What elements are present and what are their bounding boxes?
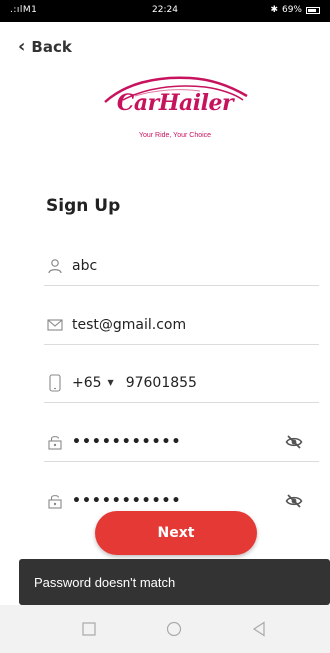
brand-logo: CarHailer Your Ride, Your Choice xyxy=(95,70,255,145)
caret-down-icon[interactable]: ▼ xyxy=(108,378,114,387)
email-field[interactable]: test@gmail.com xyxy=(44,305,319,345)
lock-icon xyxy=(46,492,64,510)
brand-name: CarHailer xyxy=(116,90,234,116)
status-bar: .:ılM1 22:24 ✱ 69% xyxy=(0,0,330,22)
lock-icon xyxy=(46,433,64,451)
brand-tagline: Your Ride, Your Choice xyxy=(138,132,212,139)
user-icon xyxy=(46,257,64,275)
username-field[interactable]: abc xyxy=(44,246,319,286)
back-nav-icon[interactable] xyxy=(252,621,268,637)
password-field[interactable]: ••••••••••• xyxy=(44,422,319,462)
email-value: test@gmail.com xyxy=(72,316,187,333)
system-nav-bar xyxy=(0,605,330,653)
error-toast: Password doesn't match xyxy=(19,559,330,605)
battery-icon xyxy=(306,6,320,14)
status-right: ✱ 69% xyxy=(270,5,320,15)
country-code-select[interactable]: +65 xyxy=(72,375,102,391)
chevron-left-icon: ‹ xyxy=(18,36,26,57)
back-button[interactable]: ‹ Back xyxy=(18,36,72,57)
phone-field[interactable]: +65 ▼ 97601855 xyxy=(44,363,319,403)
confirm-password-value: ••••••••••• xyxy=(72,493,182,509)
next-button[interactable]: Next xyxy=(95,511,257,555)
phone-icon xyxy=(46,373,64,392)
page-title: Sign Up xyxy=(46,196,121,216)
eye-off-icon[interactable] xyxy=(285,433,303,451)
battery-percent: 69% xyxy=(281,5,302,15)
mail-icon xyxy=(46,316,64,334)
back-label: Back xyxy=(31,38,72,56)
phone-value: 97601855 xyxy=(125,374,197,391)
bluetooth-icon: ✱ xyxy=(270,5,278,15)
eye-off-icon[interactable] xyxy=(285,492,303,510)
password-value: ••••••••••• xyxy=(72,433,182,450)
username-value: abc xyxy=(72,257,98,274)
recent-apps-icon[interactable] xyxy=(82,621,98,637)
home-icon[interactable] xyxy=(166,621,182,637)
